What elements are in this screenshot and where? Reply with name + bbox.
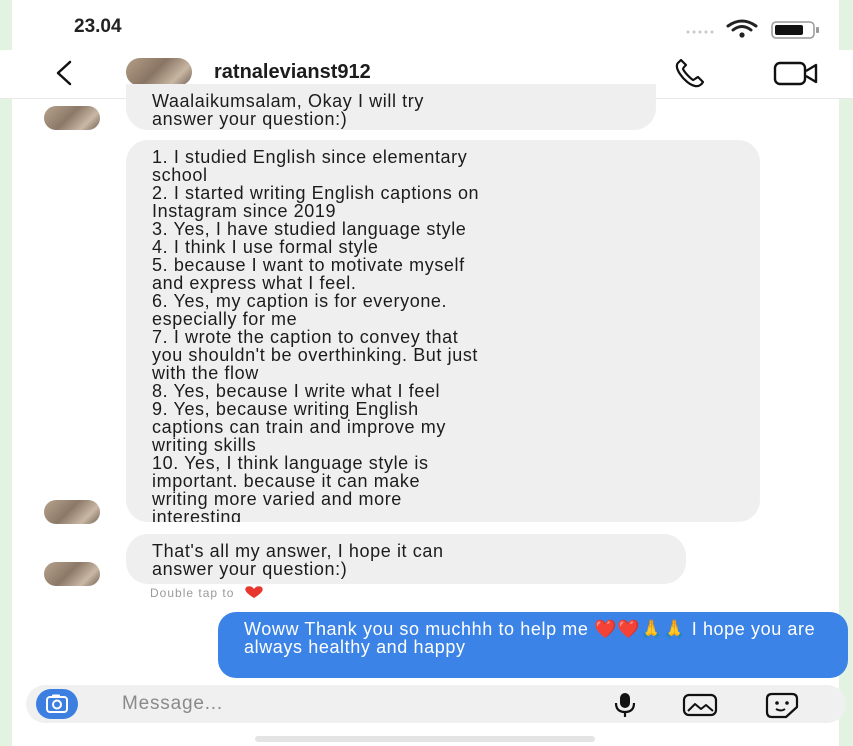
- double-tap-text: Double tap to: [150, 586, 235, 600]
- heart-icon: [245, 586, 263, 598]
- wifi-icon: [726, 19, 758, 38]
- status-bar: 23.04: [0, 0, 853, 50]
- message-composer: [26, 685, 846, 723]
- avatar[interactable]: [126, 58, 192, 86]
- gallery-icon[interactable]: [682, 693, 718, 717]
- microphone-icon[interactable]: [612, 691, 638, 719]
- sender-avatar[interactable]: [44, 562, 100, 586]
- phone-icon[interactable]: [672, 56, 708, 90]
- signal-dots-icon: [686, 30, 714, 34]
- left-edge-strip: [0, 0, 12, 746]
- sender-avatar[interactable]: [44, 500, 100, 524]
- home-indicator: [255, 736, 595, 742]
- message-input[interactable]: [122, 691, 502, 717]
- message-bubble-incoming[interactable]: Waalaikumsalam, Okay I will try answer y…: [126, 84, 656, 130]
- sender-avatar[interactable]: [44, 106, 100, 130]
- battery-icon: [771, 21, 819, 39]
- message-text: Waalaikumsalam, Okay I will try answer y…: [152, 91, 424, 129]
- video-camera-icon[interactable]: [772, 58, 820, 88]
- message-text: Woww Thank you so muchhh to help me ❤️❤️…: [244, 619, 816, 657]
- message-bubble-outgoing[interactable]: Woww Thank you so muchhh to help me ❤️❤️…: [218, 612, 848, 678]
- sticker-icon[interactable]: [764, 691, 800, 719]
- message-bubble-incoming[interactable]: 1. I studied English since elementary sc…: [126, 140, 760, 522]
- status-time: 23.04: [74, 16, 122, 37]
- message-text: That's all my answer, I hope it can answ…: [152, 541, 444, 579]
- chat-username[interactable]: ratnalevianst912: [214, 61, 371, 84]
- message-bubble-incoming[interactable]: That's all my answer, I hope it can answ…: [126, 534, 686, 584]
- double-tap-hint: Double tap to: [150, 585, 265, 600]
- camera-icon: [46, 694, 68, 713]
- message-text: 1. I studied English since elementary sc…: [152, 147, 480, 522]
- camera-button[interactable]: [36, 689, 78, 719]
- back-arrow-icon[interactable]: [52, 58, 78, 88]
- status-icons: [686, 19, 819, 39]
